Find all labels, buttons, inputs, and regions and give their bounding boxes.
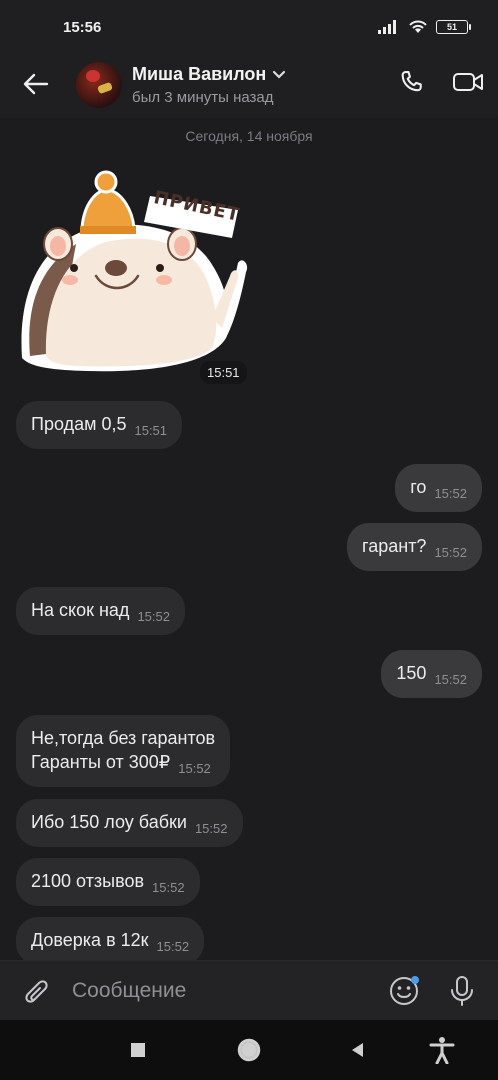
message-time: 15:51 (134, 423, 168, 438)
message-list[interactable]: Сегодня, 14 ноября ПРИВЕТ 15:51 Продам 0… (0, 118, 498, 960)
outgoing-message[interactable]: го 15:52 (395, 464, 482, 512)
contact-status: был 3 минуты назад (132, 89, 274, 106)
attach-button[interactable] (20, 975, 52, 1007)
triangle-back-icon (352, 1043, 363, 1057)
message-time: 15:52 (194, 821, 228, 836)
message-text: 2100 отзывов (31, 871, 145, 891)
status-icons: 51 (378, 19, 471, 34)
microphone-icon (451, 976, 473, 1006)
message-text-line: Гаранты от 300₽ (31, 752, 171, 772)
message-time: 15:52 (434, 672, 467, 687)
message-time: 15:52 (434, 545, 467, 560)
sticker-emoji-button[interactable] (386, 973, 422, 1009)
contact-name-row[interactable]: Миша Вавилон (132, 64, 286, 85)
outgoing-message[interactable]: 150 15:52 (381, 650, 482, 698)
incoming-message[interactable]: 2100 отзывов 15:52 (16, 858, 200, 906)
chat-header: Миша Вавилон был 3 минуты назад (0, 56, 498, 118)
back-button[interactable] (20, 68, 52, 100)
message-time: 15:52 (152, 880, 185, 895)
message-text: 150 (396, 663, 427, 683)
voice-message-button[interactable] (446, 973, 478, 1009)
square-icon (131, 1043, 145, 1057)
outgoing-message[interactable]: гарант? 15:52 (347, 523, 482, 571)
circle-icon (237, 1038, 261, 1062)
chevron-down-icon (273, 70, 286, 79)
accessibility-icon (429, 1037, 455, 1064)
message-time: 15:52 (178, 761, 211, 776)
message-input[interactable] (72, 975, 362, 1007)
system-nav-bar (0, 1020, 498, 1080)
video-call-button[interactable] (450, 66, 486, 98)
date-label: Сегодня, 14 ноября (185, 128, 313, 144)
message-text: На скок над (31, 600, 130, 620)
incoming-message[interactable]: На скок над 15:52 (16, 587, 185, 635)
status-time: 15:56 (63, 19, 102, 36)
sticker-time: 15:51 (200, 361, 247, 384)
signal-icon (378, 19, 396, 34)
message-time: 15:52 (137, 609, 170, 624)
avatar[interactable] (76, 62, 122, 108)
message-text: го (410, 477, 427, 497)
message-text: Продам 0,5 (31, 414, 127, 434)
paperclip-icon (25, 980, 48, 1003)
message-text: Доверка в 12к (31, 930, 149, 950)
phone-icon (401, 71, 422, 92)
message-text: Ибо 150 лоу бабки (31, 812, 187, 832)
incoming-message[interactable]: Доверка в 12к 15:52 (16, 917, 205, 960)
call-button[interactable] (396, 66, 428, 98)
home-button[interactable] (233, 1034, 265, 1066)
message-time: 15:52 (434, 486, 467, 501)
message-text-line: Не,тогда без гарантов (31, 728, 216, 748)
status-bar: 15:56 51 (0, 0, 498, 56)
contact-name: Миша Вавилон (132, 64, 267, 84)
accessibility-button[interactable] (426, 1034, 458, 1066)
recents-button[interactable] (122, 1034, 154, 1066)
message-time: 15:52 (156, 939, 190, 954)
message-composer (0, 960, 498, 1020)
message-text: гарант? (362, 536, 427, 556)
nav-back-button[interactable] (342, 1034, 374, 1066)
notification-dot (411, 976, 419, 984)
arrow-left-icon (23, 73, 49, 95)
battery-icon: 51 (436, 19, 471, 34)
wifi-icon (409, 20, 427, 33)
sticker-message[interactable]: ПРИВЕТ (16, 168, 248, 388)
incoming-message[interactable]: Ибо 150 лоу бабки 15:52 (16, 799, 243, 847)
incoming-message[interactable]: Продам 0,5 15:51 (16, 401, 183, 449)
incoming-message[interactable]: Не,тогда без гарантов Гаранты от 300₽ 15:… (16, 715, 231, 787)
video-camera-icon (453, 73, 483, 91)
